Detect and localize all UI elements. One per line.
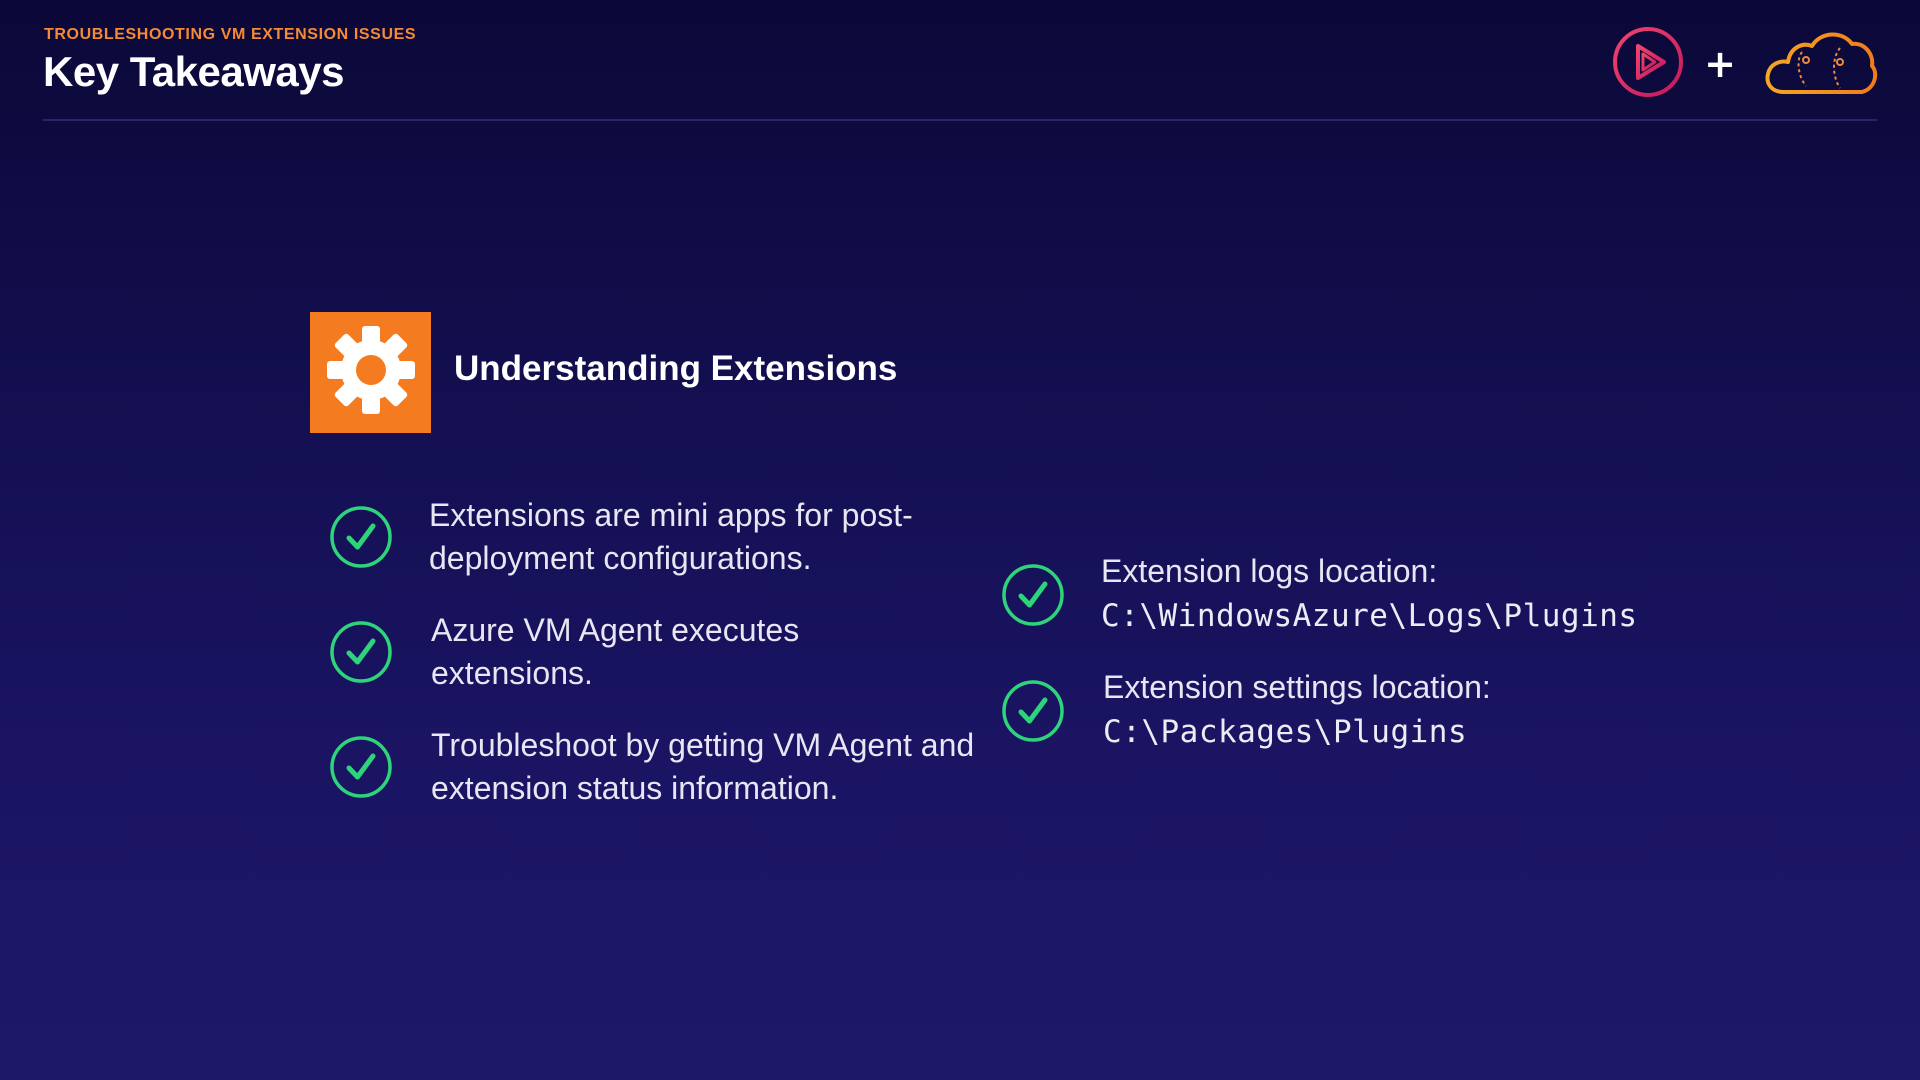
section-title: Understanding Extensions (454, 349, 898, 388)
brand-logos: + (1612, 26, 1878, 103)
check-circle-icon (329, 505, 393, 569)
takeaway-text: Extensions are mini apps for post-deploy… (429, 497, 913, 576)
check-circle-icon (1001, 563, 1065, 627)
takeaway-text: Troubleshoot by getting VM Agent and ext… (431, 727, 975, 806)
takeaway-item: Extension logs location: C:\WindowsAzure… (1001, 550, 1741, 639)
cloud-logo-icon (1762, 26, 1878, 103)
takeaway-item: Azure VM Agent executes extensions. (329, 609, 969, 695)
logs-location-label: Extension logs location: (1101, 553, 1438, 589)
header-divider (43, 119, 1877, 121)
check-circle-icon (1001, 679, 1065, 743)
plus-sign: + (1704, 42, 1736, 86)
play-logo-icon (1612, 26, 1684, 103)
section-eyebrow: TROUBLESHOOTING VM EXTENSION ISSUES (44, 26, 417, 43)
takeaway-item: Troubleshoot by getting VM Agent and ext… (329, 724, 989, 810)
takeaway-text: Azure VM Agent executes extensions. (431, 612, 800, 691)
settings-location-label: Extension settings location: (1103, 669, 1491, 705)
takeaway-text: Extension settings location: C:\Packages… (1103, 666, 1491, 755)
gear-icon (323, 322, 419, 423)
takeaway-text: Extension logs location: C:\WindowsAzure… (1101, 550, 1638, 639)
takeaway-item: Extension settings location: C:\Packages… (1001, 666, 1741, 755)
check-circle-icon (329, 620, 393, 684)
extensions-tile (310, 312, 431, 433)
settings-location-path: C:\Packages\Plugins (1103, 714, 1468, 750)
takeaway-item: Extensions are mini apps for post-deploy… (329, 494, 969, 580)
logs-location-path: C:\WindowsAzure\Logs\Plugins (1101, 598, 1638, 634)
check-circle-icon (329, 735, 393, 799)
page-title: Key Takeaways (43, 48, 344, 95)
